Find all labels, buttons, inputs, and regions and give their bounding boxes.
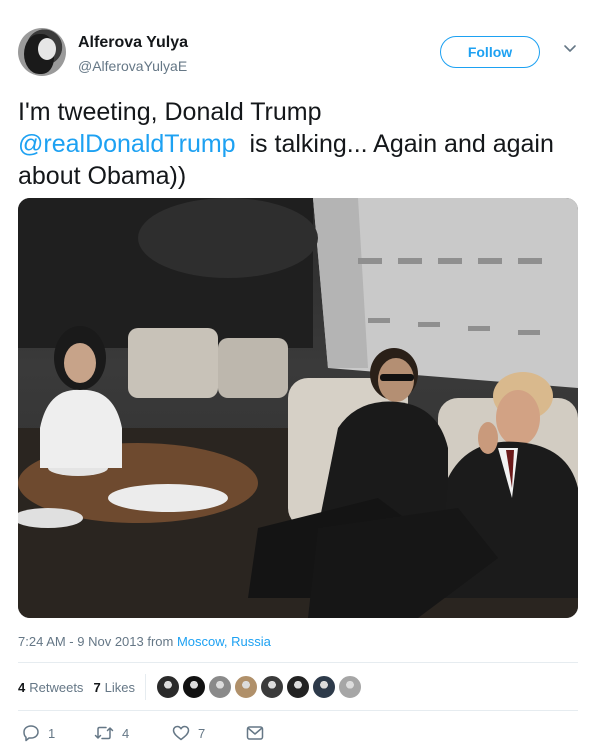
likers-list [156, 675, 364, 699]
liker-avatar[interactable] [234, 675, 259, 699]
location-link[interactable]: Moscow, Russia [177, 634, 271, 649]
divider-top [18, 662, 578, 663]
liker-avatar[interactable] [312, 675, 337, 699]
liker-avatar[interactable] [260, 675, 285, 699]
follow-button[interactable]: Follow [440, 36, 540, 68]
divider-bottom [18, 710, 578, 711]
reply-count: 1 [48, 725, 56, 741]
heart-icon [172, 725, 190, 741]
likes-count: 7 [93, 679, 101, 695]
retweets-stat[interactable]: 4 Retweets [18, 680, 83, 695]
retweets-label: Retweets [29, 679, 84, 695]
tweet-stats: 4 Retweets 7 Likes [18, 674, 364, 700]
tweet-text: I'm tweeting, Donald Trump @realDonaldTru… [18, 96, 578, 192]
stats-separator [145, 674, 147, 700]
retweet-icon [94, 726, 114, 740]
likes-label: Likes [104, 679, 136, 695]
likes-stat[interactable]: 7 Likes [93, 680, 135, 695]
retweet-count: 4 [122, 725, 130, 741]
retweet-action[interactable]: 4 [94, 724, 172, 742]
mention-link[interactable]: @realDonaldTrump [18, 130, 236, 158]
photo-illustration [18, 198, 578, 618]
liker-avatar[interactable] [208, 675, 233, 699]
liker-avatar[interactable] [182, 675, 207, 699]
reply-icon [23, 725, 39, 742]
display-name[interactable]: Alferova Yulya [78, 34, 188, 52]
tweet-text-start: I'm tweeting, Donald Trump [18, 98, 322, 126]
tweet-actions: 1 4 7 [22, 722, 272, 744]
like-action[interactable]: 7 [172, 724, 246, 742]
chevron-down-icon[interactable] [562, 40, 578, 56]
message-action[interactable] [246, 725, 272, 741]
liker-avatar[interactable] [156, 675, 181, 699]
retweets-count: 4 [18, 679, 26, 695]
user-handle[interactable]: @AlferovaYulyaE [78, 58, 187, 74]
liker-avatar[interactable] [338, 675, 363, 699]
avatar[interactable] [18, 28, 66, 76]
reply-action[interactable]: 1 [22, 724, 94, 742]
envelope-icon [246, 726, 264, 740]
like-count: 7 [198, 725, 206, 741]
liker-avatar[interactable] [286, 675, 311, 699]
tweet-photo[interactable] [18, 198, 578, 618]
timestamp-text[interactable]: 7:24 AM - 9 Nov 2013 from [18, 634, 177, 649]
tweet-header: Alferova Yulya @AlferovaYulyaE Follow [18, 28, 596, 84]
tweet-timestamp: 7:24 AM - 9 Nov 2013 from Moscow, Russia [18, 634, 271, 649]
